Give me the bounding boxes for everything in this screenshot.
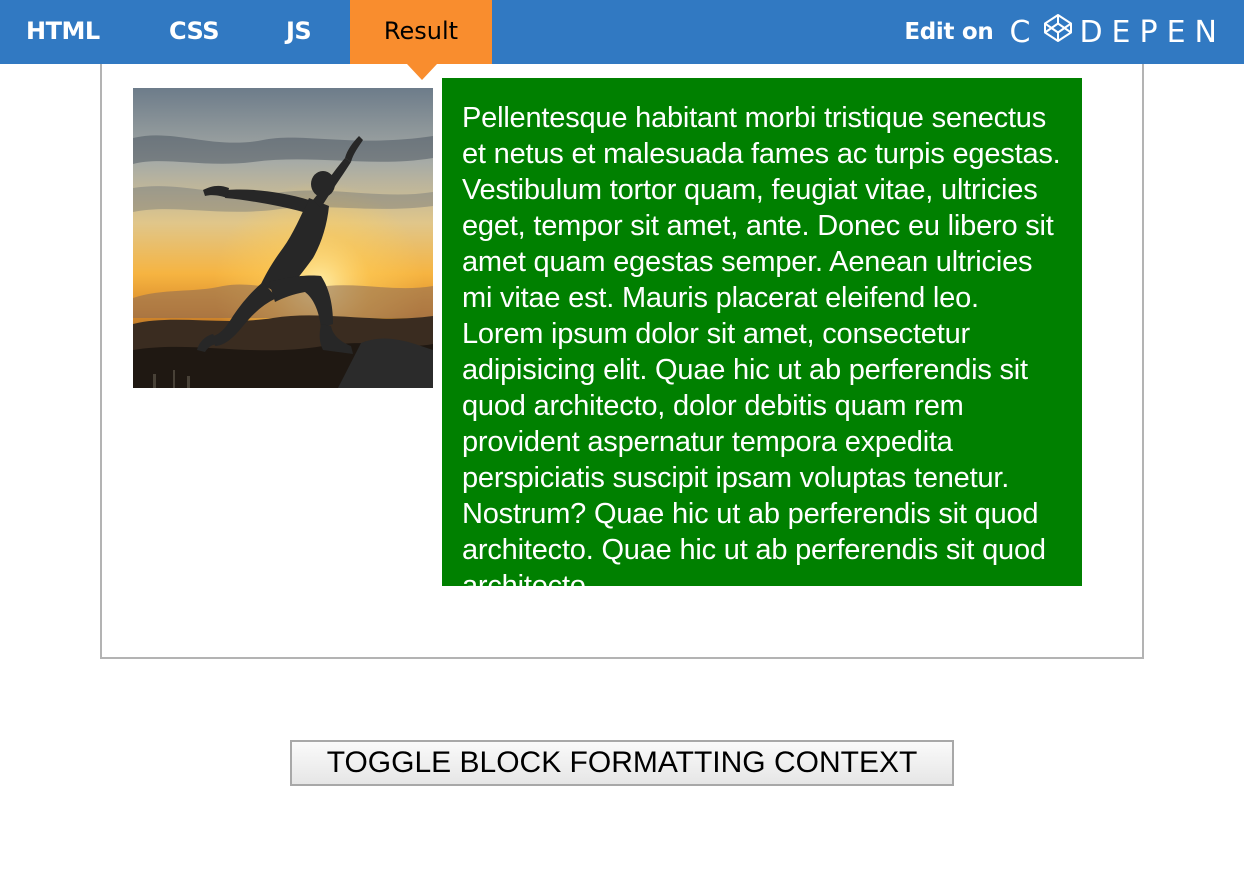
- codepen-cube-icon: [1043, 13, 1073, 51]
- tab-html[interactable]: HTML: [26, 0, 100, 64]
- edit-on-label: Edit on: [904, 19, 994, 45]
- tab-js[interactable]: JS: [286, 0, 312, 64]
- brand-suffix: DEPEN: [1079, 14, 1226, 50]
- result-container: Pellentesque habitant morbi tristique se…: [100, 64, 1144, 659]
- brand-prefix: C: [1009, 14, 1040, 50]
- codepen-embed-header: HTML CSS JS Result Edit on C DEPEN: [0, 0, 1244, 64]
- content-paragraph: Pellentesque habitant morbi tristique se…: [462, 102, 1061, 602]
- content-paragraph-box: Pellentesque habitant morbi tristique se…: [442, 78, 1082, 602]
- jumping-person-image: [133, 88, 433, 388]
- tab-result[interactable]: Result: [350, 0, 492, 64]
- toggle-bfc-button[interactable]: TOGGLE BLOCK FORMATTING CONTEXT: [290, 740, 954, 786]
- edit-on-codepen-link[interactable]: Edit on C DEPEN: [904, 0, 1244, 64]
- codepen-logo: C DEPEN: [1010, 13, 1227, 51]
- tab-css[interactable]: CSS: [169, 0, 220, 64]
